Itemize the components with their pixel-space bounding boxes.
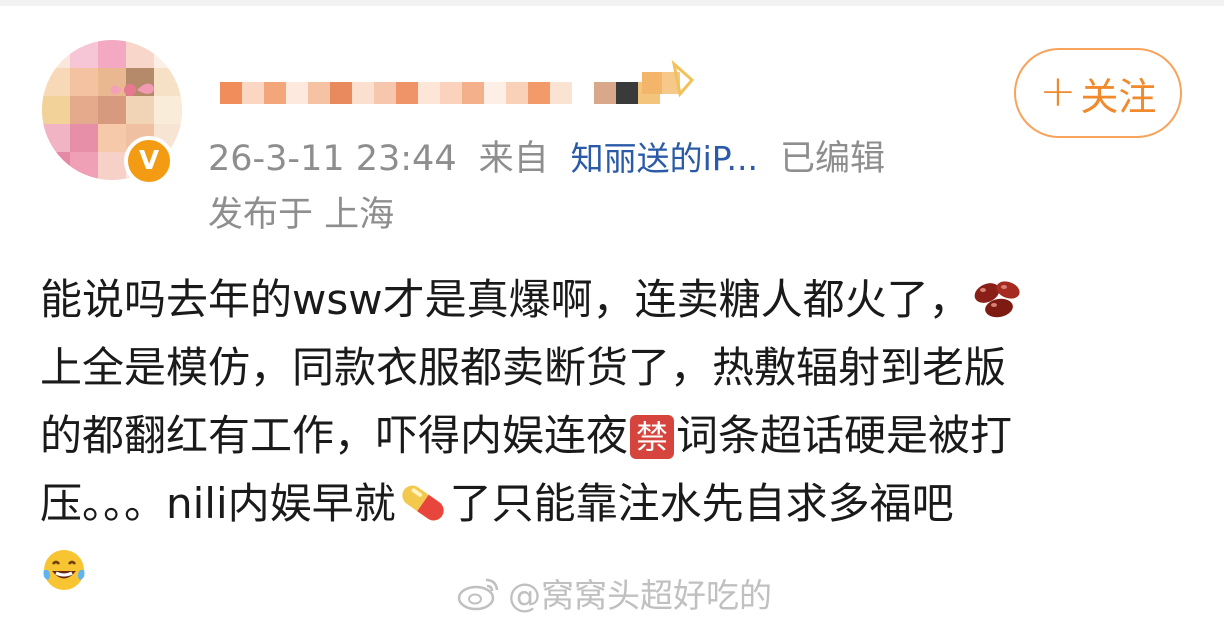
post-text: 上全是模仿，同款衣服都卖断货了，热敷辐射到老版 — [40, 343, 1007, 392]
post-text: 压。。。nili内娱早就 — [40, 479, 396, 528]
post-body: 能说吗去年的wsw才是真爆啊，连卖糖人都火了， 上全是模仿，同款衣服都卖断货了，… — [40, 266, 1190, 606]
post-line-1: 能说吗去年的wsw才是真爆啊，连卖糖人都火了， — [40, 266, 1190, 334]
post-meta: 26-3-11 23:44 来自 知丽送的iP... 已编辑 — [208, 134, 885, 184]
pill-emoji-icon — [401, 485, 444, 521]
weibo-watermark: @窝窝头超好吃的 — [456, 568, 772, 618]
follow-button[interactable]: + 关注 — [1014, 48, 1182, 138]
edited-label: 已编辑 — [780, 139, 886, 179]
post-location: 发布于 上海 — [208, 195, 395, 235]
post-text: 的都翻红有工作，吓得内娱连夜 — [40, 411, 629, 460]
post-text: 词条超话硬是被打 — [676, 411, 1013, 460]
member-crown-icon — [642, 59, 695, 98]
weibo-logo-icon — [457, 578, 499, 611]
post-text: 能说吗去年的wsw才是真爆啊，连卖糖人都火了， — [40, 275, 971, 324]
laughing-tears-emoji-icon — [43, 550, 85, 590]
post-timestamp: 26-3-11 23:44 — [208, 139, 457, 179]
post-line-2: 上全是模仿，同款衣服都卖断货了，热敷辐射到老版 — [40, 334, 1190, 402]
plus-icon: + — [1039, 65, 1077, 117]
post-text: 了只能靠注水先自求多福吧 — [449, 479, 954, 528]
follow-label: 关注 — [1080, 74, 1157, 119]
verified-badge-icon: V — [124, 136, 174, 186]
watermark-text: @窝窝头超好吃的 — [508, 576, 772, 615]
bow-icon — [110, 83, 154, 96]
source-device-link[interactable]: 知丽送的iP... — [571, 139, 758, 178]
post-line-4: 压。。。nili内娱早就 了只能靠注水先自求多福吧 — [40, 470, 1190, 538]
post-line-3: 的都翻红有工作，吓得内娱连夜禁词条超话硬是被打 — [40, 402, 1190, 470]
beans-emoji-icon — [974, 281, 1020, 318]
source-prefix: 来自 — [478, 139, 549, 179]
top-divider — [0, 0, 1224, 6]
ban-emoji-icon: 禁 — [630, 415, 675, 459]
username-blurred[interactable] — [220, 72, 660, 114]
